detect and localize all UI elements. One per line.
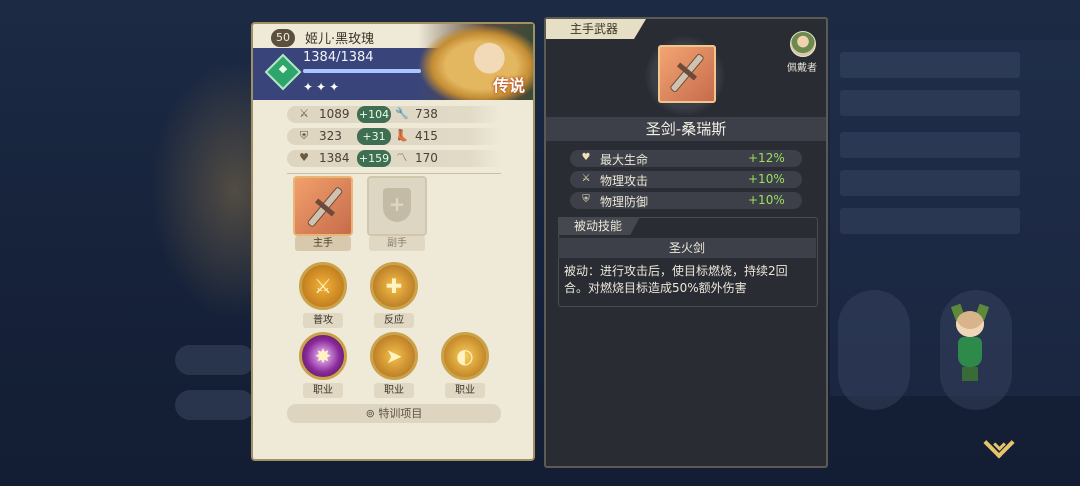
hero-panel: 传说 50 姬儿·黑玫瑰 1384/1384 ✦✦✦ ⚔ 1089 +104 🔧… [251,22,535,461]
skill-label: 职业 [445,383,485,398]
weapon-slot-tag: 主手武器 [546,19,646,39]
lance-icon: ➤ [385,344,403,368]
off-hand-slot[interactable] [367,176,427,236]
magic-defense-value: 415 [415,129,438,143]
weapon-attribute: ♥ 最大生命 +12% [570,150,802,167]
weapon-attribute: ⛨ 物理防御 +10% [570,192,802,209]
purple-burst-icon: ✸ [314,344,332,368]
stat-row: ♥ 1384 +159 〽 170 [287,150,501,167]
attack-bonus: +104 [357,106,391,123]
star-rank: ✦✦✦ [303,80,343,94]
off-hand-label: 副手 [369,236,425,251]
main-hand-slot[interactable] [293,176,353,236]
training-button[interactable]: ⊚ 特训项目 [287,404,501,423]
defense-value: 323 [319,129,342,143]
background-slot [838,290,910,410]
defense-bonus: +31 [357,128,391,145]
shield-icon [383,188,411,222]
training-icon: ⊚ [365,407,379,420]
hero-header: 传说 50 姬儿·黑玫瑰 1384/1384 ✦✦✦ [253,24,533,100]
main-hand-label: 主手 [295,236,351,251]
divider [287,173,501,174]
skill-class-2[interactable]: ➤ [370,332,418,380]
swirl-icon: ◐ [456,344,474,368]
level-badge: 50 [271,29,295,47]
sword-icon: ⚔ [299,107,309,120]
wearer-avatar[interactable] [790,31,816,57]
sword-icon: ⚔ [581,173,591,184]
background-button [175,390,255,420]
passive-skill-name: 圣火剑 [558,238,816,258]
heart-icon: ♥ [299,151,309,164]
weapon-name: 圣剑-桑瑞斯 [546,117,826,141]
passive-skill-description: 被动：进行攻击后，使目标燃烧，持续2回合。对燃烧目标造成50%额外伤害 [564,264,788,295]
attribute-name: 最大生命 [600,153,649,167]
chevron-down-icon[interactable] [982,430,1018,466]
skill-reaction[interactable]: ✚ [370,262,418,310]
attribute-value: +10% [748,193,785,207]
weapon-icon [658,45,716,103]
background-button [175,345,255,375]
hero-name: 姬儿·黑玫瑰 [305,32,375,47]
skill-label: 反应 [374,313,414,328]
attribute-name: 物理攻击 [600,174,649,188]
hp-stat-value: 1384 [319,151,350,165]
wearer-label: 佩戴者 [787,63,817,74]
attribute-name: 物理防御 [600,195,649,209]
skill-normal-attack[interactable]: ⚔ [299,262,347,310]
hp-bar-fill [303,69,421,73]
skill-label: 职业 [374,383,414,398]
skill-label: 职业 [303,383,343,398]
speed-value: 170 [415,151,438,165]
attack-value: 1089 [319,107,350,121]
weapon-panel: 主手武器 佩戴者 圣剑-桑瑞斯 ♥ 最大生命 +12% ⚔ 物理攻击 +10% … [544,17,828,468]
attribute-value: +10% [748,172,785,186]
passive-skill-tag: 被动技能 [558,217,640,235]
rarity-badge: 传说 [492,76,525,95]
shield-icon: ⛨ [582,194,590,205]
character-sprite[interactable] [945,303,995,385]
holy-shield-icon: ✚ [385,274,403,298]
attribute-value: +12% [748,151,785,165]
magic-attack-value: 738 [415,107,438,121]
hero-portrait: 传说 [418,24,533,100]
heart-icon: ♥ [581,152,591,163]
boot-icon: 👢 [395,129,409,142]
skill-label: 普攻 [303,313,343,328]
skill-class-1[interactable]: ✸ [299,332,347,380]
training-label: 特训项目 [378,407,423,420]
stat-row: ⚔ 1089 +104 🔧 738 [287,106,501,123]
hp-value: 1384/1384 [303,50,374,65]
wrench-icon: 🔧 [395,107,409,120]
shield-icon: ⛨ [299,129,309,142]
weapon-attribute: ⚔ 物理攻击 +10% [570,171,802,188]
sword-swing-icon: ⚔ [314,274,332,298]
stat-row: ⛨ 323 +31 👢 415 [287,128,501,145]
skill-class-3[interactable]: ◐ [441,332,489,380]
hp-bar [303,69,421,73]
hp-bonus: +159 [357,150,391,167]
wing-icon: 〽 [396,151,408,164]
